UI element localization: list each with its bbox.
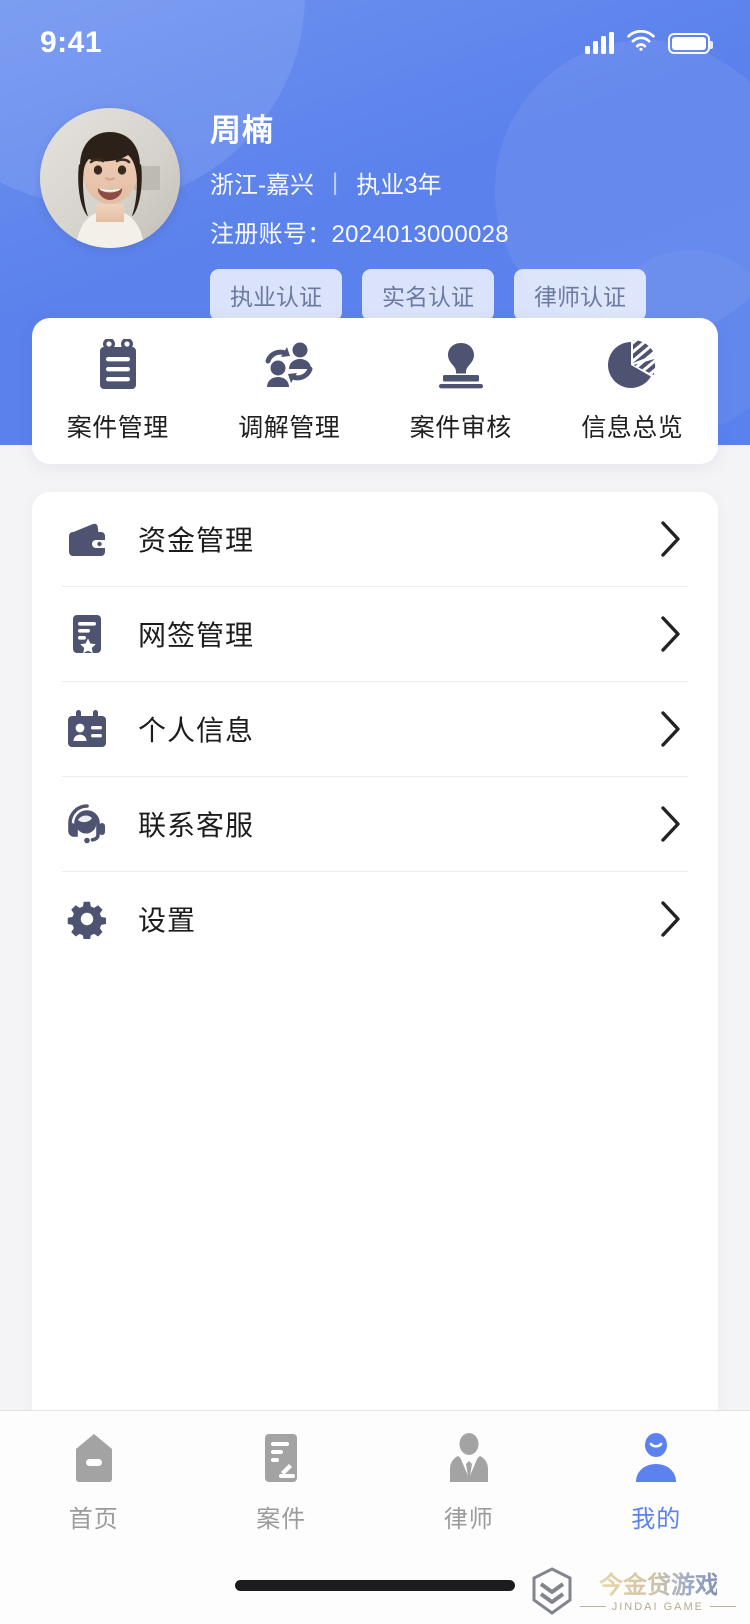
quick-action-mediation-management[interactable]: 调解管理 [204, 339, 376, 444]
tab-cases[interactable]: 案件 [188, 1427, 376, 1557]
home-indicator[interactable] [235, 1580, 515, 1591]
chevron-right-icon [661, 806, 680, 842]
mediation-people-icon [262, 339, 316, 391]
menu-item-settings[interactable]: 设置 [60, 872, 690, 966]
profile-info: 周楠 浙江-嘉兴 | 执业3年 注册账号：2024013000028 执业认证 … [210, 108, 646, 322]
pie-chart-icon [607, 339, 657, 391]
menu-item-label: 资金管理 [138, 525, 255, 556]
app-screen: 9:41 周楠 浙江-嘉兴 | 执业3年 注册账号：2024013000028 … [0, 0, 750, 1624]
quick-action-information-overview[interactable]: 信息总览 [547, 339, 719, 444]
chevron-right-icon [661, 616, 680, 652]
battery-full-icon [668, 32, 713, 54]
watermark-title: 今金贷游戏 [599, 1571, 717, 1599]
user-meta: 浙江-嘉兴 | 执业3年 [210, 165, 646, 200]
chevron-right-icon [661, 521, 680, 557]
document-star-icon [60, 614, 114, 654]
status-time: 9:41 [40, 26, 103, 59]
stamp-icon [436, 339, 486, 391]
menu-item-fund-management[interactable]: 资金管理 [60, 492, 690, 586]
meta-separator: | [332, 168, 339, 196]
tab-label: 案件 [256, 1506, 307, 1533]
status-bar: 9:41 [0, 0, 750, 86]
quick-action-case-review[interactable]: 案件审核 [375, 339, 547, 444]
avatar[interactable] [40, 108, 180, 248]
shield-chevron-logo [532, 1567, 572, 1615]
chevron-right-icon [661, 901, 680, 937]
tab-label: 我的 [631, 1506, 682, 1533]
wifi-icon [627, 29, 655, 56]
tab-lawyers[interactable]: 律师 [375, 1427, 563, 1557]
tab-home[interactable]: 首页 [0, 1427, 188, 1557]
user-name: 周楠 [210, 113, 274, 148]
menu-item-contact-support[interactable]: 联系客服 [60, 777, 690, 871]
badge-realname-certification[interactable]: 实名认证 [362, 269, 494, 322]
status-indicators [585, 29, 713, 56]
user-experience: 执业3年 [356, 172, 442, 200]
gear-icon [60, 899, 114, 939]
menu-item-online-signing[interactable]: 网签管理 [60, 587, 690, 681]
menu-card: 资金管理 网签管理 个人信息 联系客服 设置 [32, 492, 718, 1412]
quick-action-label: 调解管理 [238, 413, 341, 442]
svg-text:今金贷游戏: 今金贷游戏 [599, 1571, 717, 1599]
tab-label: 律师 [443, 1506, 494, 1533]
watermark: 今金贷游戏 JINDAI GAME [530, 1566, 736, 1616]
lawyer-icon [446, 1427, 492, 1489]
account-number: 注册账号：2024013000028 [210, 221, 509, 249]
menu-item-label: 联系客服 [138, 810, 255, 841]
menu-item-label: 设置 [138, 905, 197, 936]
profile-block: 周楠 浙江-嘉兴 | 执业3年 注册账号：2024013000028 执业认证 … [40, 108, 646, 322]
badge-practice-certification[interactable]: 执业认证 [210, 269, 342, 322]
id-card-icon [60, 709, 114, 749]
user-region: 浙江-嘉兴 [210, 172, 314, 200]
menu-item-label: 个人信息 [138, 715, 255, 746]
case-gavel-icon [259, 1427, 303, 1489]
quick-action-label: 案件管理 [66, 413, 169, 442]
badge-lawyer-certification[interactable]: 律师认证 [514, 269, 646, 322]
quick-action-case-management[interactable]: 案件管理 [32, 338, 204, 444]
signal-bars-icon [585, 32, 614, 54]
home-icon [70, 1427, 118, 1489]
quick-action-label: 信息总览 [581, 413, 684, 442]
headset-icon [60, 804, 114, 844]
quick-actions-card: 案件管理 调解管理 案件审核 信息总览 [32, 318, 718, 464]
watermark-subtitle: JINDAI GAME [580, 1601, 736, 1613]
menu-item-label: 网签管理 [138, 620, 255, 651]
certification-badges: 执业认证 实名认证 律师认证 [210, 269, 646, 322]
menu-item-personal-info[interactable]: 个人信息 [60, 682, 690, 776]
wallet-icon [60, 520, 114, 558]
tab-label: 首页 [68, 1506, 119, 1533]
quick-action-label: 案件审核 [409, 413, 512, 442]
clipboard-icon [95, 338, 141, 391]
person-icon [633, 1427, 679, 1489]
chevron-right-icon [661, 711, 680, 747]
avatar-photo [40, 108, 180, 248]
tab-profile[interactable]: 我的 [563, 1427, 750, 1557]
